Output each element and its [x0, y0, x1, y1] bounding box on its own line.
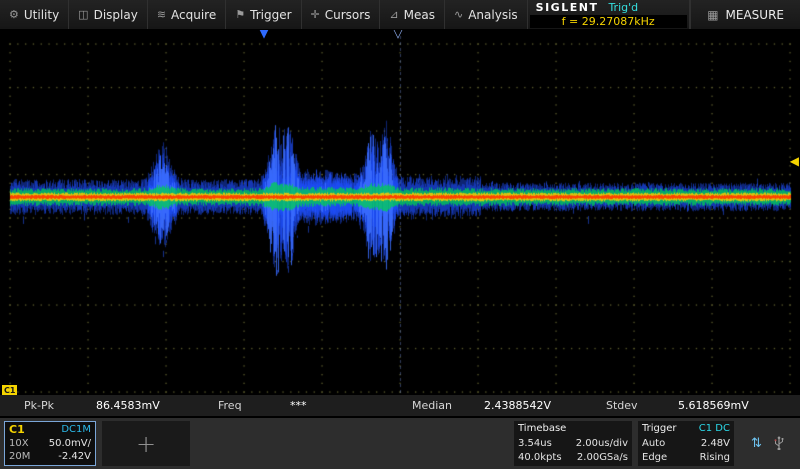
menu-item-label: Meas — [404, 8, 435, 22]
timebase-panel[interactable]: Timebase 3.54us 2.00us/div 40.0kpts 2.00… — [514, 421, 632, 466]
measurement-value: 5.618569mV — [678, 399, 749, 412]
statusbar-spacer — [196, 421, 508, 466]
acquire-icon: ≋ — [157, 8, 166, 21]
utility-icon: ⚙ — [9, 8, 19, 21]
menu-item-utility[interactable]: ⚙ Utility — [0, 0, 69, 29]
channel-probe: 10X — [9, 438, 29, 450]
menu-item-cursors[interactable]: ✛ Cursors — [302, 0, 381, 29]
trigger-delay-marker[interactable]: ▽ — [393, 30, 403, 41]
crosshair-icon: + — [136, 434, 156, 454]
timebase-sample-rate: 2.00GSa/s — [577, 452, 628, 464]
trigger-mode: Auto — [642, 438, 665, 450]
trigger-panel[interactable]: Trigger C1 DC Auto 2.48V Edge Rising — [638, 421, 734, 466]
measurement-pkpk: Pk-Pk 86.4583mV — [24, 399, 218, 412]
timebase-memory: 40.0kpts — [518, 452, 562, 464]
measurement-bar: Pk-Pk 86.4583mV Freq *** Median 2.438854… — [0, 395, 800, 416]
trigger-level: 2.48V — [701, 438, 730, 450]
menu-item-label: Cursors — [325, 8, 371, 22]
menu-item-label: Analysis — [468, 8, 517, 22]
measurement-label: Stdev — [606, 399, 678, 412]
menu-item-meas[interactable]: ⊿ Meas — [380, 0, 445, 29]
timebase-delay: 3.54us — [518, 438, 552, 450]
measurement-value: *** — [290, 399, 307, 412]
channel-panel-c1[interactable]: C1 DC1M 10X 50.0mV/ 20M -2.42V — [4, 421, 96, 466]
updown-arrows-icon[interactable]: ⇅ — [751, 436, 762, 451]
meas-icon: ⊿ — [389, 8, 398, 21]
menu-item-trigger[interactable]: ⚑ Trigger — [226, 0, 301, 29]
trigger-title: Trigger — [642, 423, 677, 435]
channel-name: C1 — [9, 424, 25, 436]
frequency-counter: f = 29.27087kHz — [530, 15, 687, 28]
waveform-canvas — [0, 30, 800, 418]
measurement-label: Freq — [218, 399, 290, 412]
menu-item-acquire[interactable]: ≋ Acquire — [148, 0, 226, 29]
timebase-scale: 2.00us/div — [576, 438, 628, 450]
usb-icon[interactable] — [773, 436, 785, 451]
channel-scale: 50.0mV/ — [49, 438, 91, 450]
trigger-type: Edge — [642, 452, 667, 464]
menu-item-label: Acquire — [171, 8, 216, 22]
measurement-median: Median 2.4388542V — [412, 399, 606, 412]
siglent-logo: SIGLENT — [536, 1, 599, 14]
timebase-title: Timebase — [518, 423, 566, 435]
menu-item-label: Utility — [24, 8, 59, 22]
oscilloscope-screen: ⚙ Utility ◫ Display ≋ Acquire ⚑ Trigger … — [0, 0, 800, 469]
trigger-level-marker[interactable]: ◀ — [790, 154, 799, 168]
display-icon: ◫ — [78, 8, 88, 21]
menu-item-display[interactable]: ◫ Display — [69, 0, 148, 29]
analysis-icon: ∿ — [454, 8, 463, 21]
menu-item-label: Trigger — [250, 8, 291, 22]
measurement-label: Pk-Pk — [24, 399, 96, 412]
trigger-position-marker[interactable]: ▼ — [259, 30, 269, 41]
measure-icon: ▦ — [707, 8, 718, 22]
trigger-status: Trig'd — [608, 1, 638, 14]
measure-label: MEASURE — [726, 8, 784, 22]
trigger-source: C1 DC — [699, 423, 730, 435]
channel-bandwidth: 20M — [9, 451, 30, 463]
measurement-value: 2.4388542V — [484, 399, 551, 412]
channel-coupling: DC1M — [61, 424, 91, 436]
statusbar-icons: ⇅ — [740, 421, 796, 466]
measure-button[interactable]: ▦ MEASURE — [690, 0, 800, 29]
trigger-flag-icon: ⚑ — [235, 8, 245, 21]
trigger-slope: Rising — [700, 452, 730, 464]
measurement-freq: Freq *** — [218, 399, 412, 412]
cursors-icon: ✛ — [311, 8, 320, 21]
measurement-value: 86.4583mV — [96, 399, 160, 412]
measurement-stdev: Stdev 5.618569mV — [606, 399, 800, 412]
measurement-label: Median — [412, 399, 484, 412]
waveform-display: ▼ ▽ ◀ C1 Pk-Pk 86.4583mV Freq *** Median… — [0, 30, 800, 418]
status-bar: C1 DC1M 10X 50.0mV/ 20M -2.42V + Timebas… — [0, 418, 800, 469]
menu-item-analysis[interactable]: ∿ Analysis — [445, 0, 528, 29]
top-menu-bar: ⚙ Utility ◫ Display ≋ Acquire ⚑ Trigger … — [0, 0, 800, 30]
menu-item-label: Display — [94, 8, 138, 22]
brand-block: SIGLENT Trig'd f = 29.27087kHz — [528, 0, 690, 29]
channel-offset: -2.42V — [58, 451, 91, 463]
inactive-channel-panel[interactable]: + — [102, 421, 190, 466]
